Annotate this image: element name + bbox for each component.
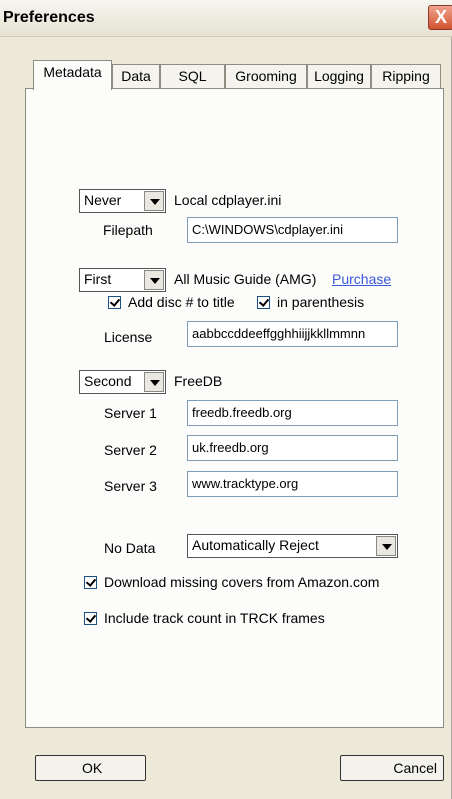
tab-ripping[interactable]: Ripping bbox=[371, 64, 441, 88]
server2-label: Server 2 bbox=[104, 442, 157, 458]
tab-logging[interactable]: Logging bbox=[307, 64, 371, 88]
add-disc-label: Add disc # to title bbox=[128, 294, 235, 310]
chevron-down-icon bbox=[376, 536, 396, 556]
close-icon: X bbox=[434, 7, 447, 27]
ok-button[interactable]: OK bbox=[35, 755, 146, 781]
chevron-down-icon bbox=[144, 270, 164, 290]
freedb-source-label: FreeDB bbox=[174, 373, 223, 389]
server2-field[interactable]: uk.freedb.org bbox=[187, 435, 398, 461]
local-source-label: Local cdplayer.ini bbox=[174, 192, 282, 208]
tab-sql[interactable]: SQL bbox=[160, 64, 225, 88]
local-priority-value: Never bbox=[84, 192, 122, 208]
track-count-label: Include track count in TRCK frames bbox=[104, 610, 325, 626]
chevron-down-icon bbox=[144, 372, 164, 392]
amg-priority-value: First bbox=[84, 271, 112, 287]
track-count-checkbox[interactable] bbox=[84, 612, 97, 625]
window-title: Preferences bbox=[3, 9, 95, 26]
filepath-label: Filepath bbox=[103, 222, 153, 238]
parenthesis-checkbox[interactable] bbox=[257, 296, 270, 309]
title-bar: Preferences X bbox=[0, 0, 452, 37]
server3-field[interactable]: www.tracktype.org bbox=[187, 471, 398, 497]
server3-label: Server 3 bbox=[104, 478, 157, 494]
download-covers-checkbox[interactable] bbox=[84, 576, 97, 589]
preferences-window: Preferences X Metadata Data SQL Grooming… bbox=[0, 0, 452, 799]
parenthesis-label: in parenthesis bbox=[277, 294, 365, 310]
no-data-label: No Data bbox=[104, 540, 156, 556]
tab-data[interactable]: Data bbox=[112, 64, 160, 88]
tab-grooming[interactable]: Grooming bbox=[225, 64, 307, 88]
server1-label: Server 1 bbox=[104, 405, 157, 421]
no-data-select[interactable]: Automatically Reject bbox=[187, 534, 398, 558]
download-covers-label: Download missing covers from Amazon.com bbox=[104, 574, 380, 590]
close-button[interactable]: X bbox=[428, 5, 452, 30]
cancel-button[interactable]: Cancel bbox=[340, 755, 444, 781]
license-field[interactable]: aabbccddeeffgghhiijjkkllmmnn bbox=[187, 321, 398, 347]
chevron-down-icon bbox=[144, 191, 164, 211]
server1-field[interactable]: freedb.freedb.org bbox=[187, 400, 398, 426]
freedb-priority-value: Second bbox=[84, 373, 132, 389]
local-priority-select[interactable]: Never bbox=[79, 189, 166, 213]
purchase-link[interactable]: Purchase bbox=[332, 271, 391, 287]
amg-priority-select[interactable]: First bbox=[79, 268, 166, 292]
no-data-value: Automatically Reject bbox=[192, 537, 319, 553]
license-label: License bbox=[104, 329, 153, 345]
amg-source-label: All Music Guide (AMG) bbox=[174, 271, 317, 287]
freedb-priority-select[interactable]: Second bbox=[79, 370, 166, 394]
tab-metadata[interactable]: Metadata bbox=[33, 60, 112, 90]
add-disc-checkbox[interactable] bbox=[108, 296, 121, 309]
filepath-field[interactable]: C:\WINDOWS\cdplayer.ini bbox=[187, 217, 398, 243]
